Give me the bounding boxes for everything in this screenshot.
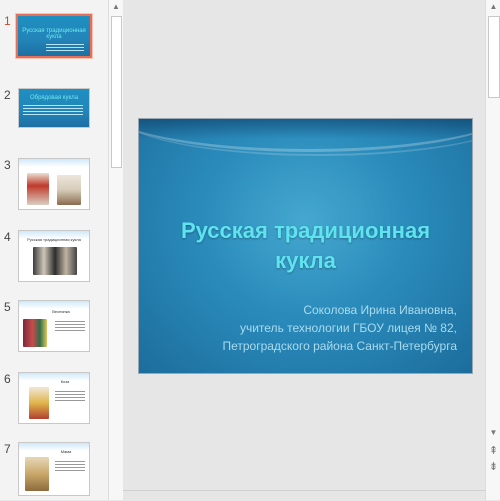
slide-thumbnail-pane[interactable]: 1 Русская традиционная кукла 2 Обрядовая…	[0, 0, 108, 500]
scroll-up-icon[interactable]: ▲	[109, 0, 123, 14]
slide-subtitle[interactable]: Соколова Ирина Ивановна, учитель техноло…	[159, 301, 457, 355]
slide-thumbnail-7[interactable]: Мама	[18, 442, 90, 496]
slide-editor[interactable]: Русская традиционная кукла Соколова Ирин…	[123, 0, 485, 500]
scrollbar-thumb[interactable]	[111, 16, 122, 168]
slide-number: 3	[4, 158, 11, 172]
slide-thumbnail-4[interactable]: Русская традиционная кукла	[18, 230, 90, 282]
notes-divider[interactable]	[123, 490, 485, 501]
slide-thumbnail-2[interactable]: Обрядовая кукла	[18, 88, 90, 128]
thumbnail-title: Обрядовая кукла	[29, 95, 79, 101]
previous-slide-icon[interactable]: ⇞	[486, 444, 500, 458]
current-slide[interactable]: Русская традиционная кукла Соколова Ирин…	[138, 118, 473, 374]
thumbnail-text-lines	[55, 459, 85, 473]
doll-photo	[57, 175, 81, 205]
slide-thumbnail-3[interactable]	[18, 158, 90, 210]
slide-decoration-swoosh	[139, 119, 472, 156]
scrollbar-thumb[interactable]	[488, 16, 500, 98]
doll-photo	[33, 247, 77, 275]
slide-number: 7	[4, 442, 11, 456]
slide-scrollbar[interactable]: ▲ ▼ ⇞ ⇟	[485, 0, 500, 500]
thumbnail-title: Русская традиционная кукла	[22, 28, 86, 40]
slide-number: 1	[4, 14, 11, 28]
slide-thumbnail-5[interactable]: Веснянка	[18, 300, 90, 352]
subtitle-line: Петроградского района Санкт-Петербурга	[222, 339, 457, 353]
doll-photo	[27, 173, 49, 205]
thumbnail-text-lines	[23, 103, 83, 115]
thumbnail-scrollbar[interactable]: ▲	[108, 0, 124, 500]
thumbnail-header-wave	[19, 301, 89, 309]
subtitle-line: учитель технологии ГБОУ лицея № 82,	[239, 321, 457, 335]
thumbnail-text-lines	[55, 389, 85, 403]
slide-thumbnail-1[interactable]: Русская традиционная кукла	[16, 14, 92, 58]
slide-title[interactable]: Русская традиционная кукла	[159, 216, 452, 276]
thumbnail-title: Русская традиционная кукла	[27, 237, 81, 242]
thumbnail-header-wave	[19, 159, 89, 167]
thumbnail-title: Веснянка	[52, 309, 70, 314]
thumbnail-title: Мама	[60, 449, 72, 454]
thumbnail-title: Коза	[60, 379, 70, 384]
slide-number: 4	[4, 230, 11, 244]
scroll-down-icon[interactable]: ▼	[486, 426, 500, 440]
doll-photo	[23, 319, 47, 347]
slide-number: 2	[4, 88, 11, 102]
slide-thumbnail-6[interactable]: Коза	[18, 372, 90, 424]
next-slide-icon[interactable]: ⇟	[486, 460, 500, 474]
subtitle-line: Соколова Ирина Ивановна,	[303, 303, 457, 317]
scroll-up-icon[interactable]: ▲	[486, 0, 500, 14]
slide-number: 6	[4, 372, 11, 386]
slide-number: 5	[4, 300, 11, 314]
doll-photo	[25, 457, 49, 491]
thumbnail-text-lines	[55, 319, 85, 333]
doll-photo	[29, 387, 49, 419]
thumbnail-text-lines	[46, 42, 84, 52]
